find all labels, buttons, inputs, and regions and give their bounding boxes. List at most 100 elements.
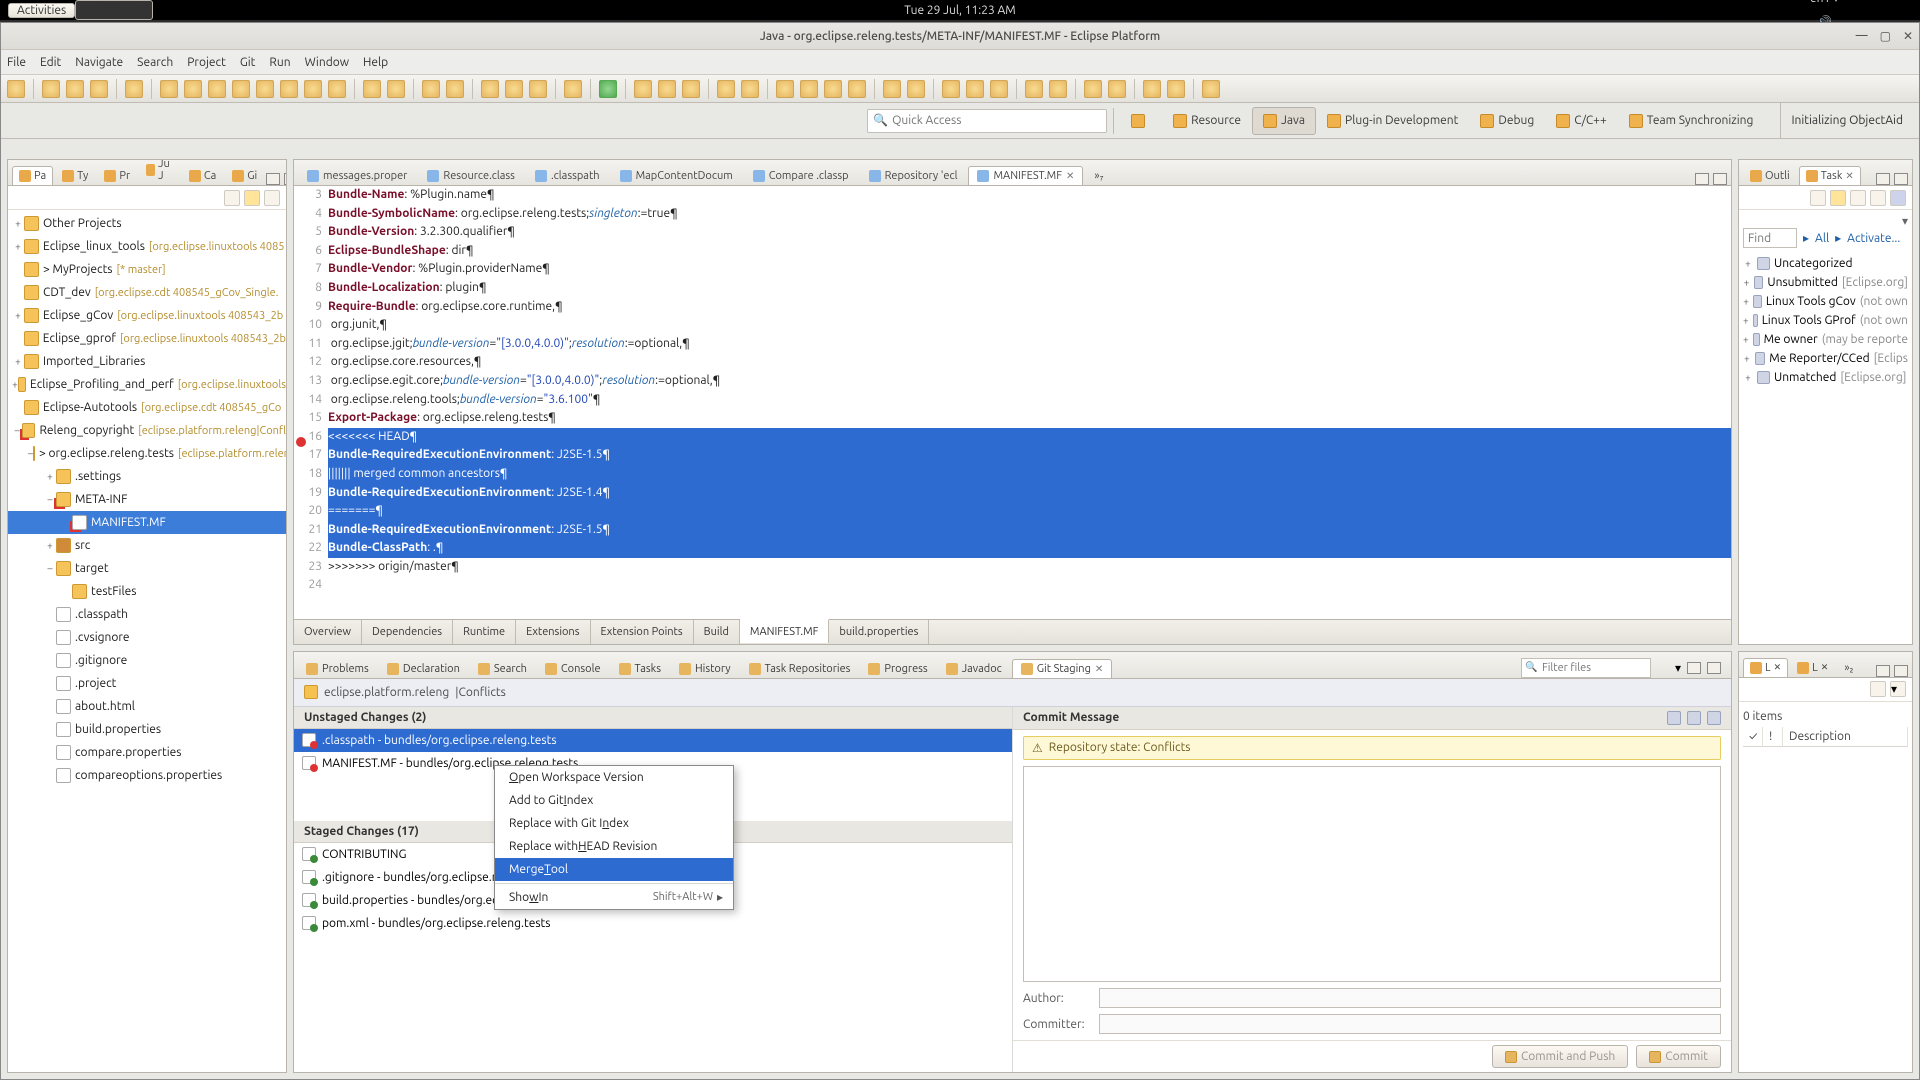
view-tab[interactable]: Pa [12, 166, 53, 185]
toolbar-icon[interactable] [446, 80, 464, 98]
view-tab[interactable]: L ✕ [1790, 658, 1835, 677]
minimize-button[interactable]: — [1856, 29, 1868, 43]
task-activate-link[interactable]: Activate... [1847, 232, 1900, 245]
minimize-icon[interactable] [1876, 665, 1890, 677]
tree-item[interactable]: build.properties [8, 718, 286, 741]
toolbar-icon[interactable] [907, 80, 925, 98]
toolbar-icon[interactable] [387, 80, 405, 98]
menu-window[interactable]: Window [305, 56, 349, 69]
context-menu-item[interactable]: Open Workspace Version [495, 766, 733, 789]
toolbar-icon[interactable] [505, 80, 523, 98]
editor-page-tab[interactable]: build.properties [829, 620, 929, 644]
toolbar-icon[interactable] [90, 80, 108, 98]
view-tab-problems[interactable]: Problems [298, 660, 377, 678]
tree-item[interactable]: +.settings [8, 465, 286, 488]
tree-item[interactable]: +Other Projects [8, 212, 286, 235]
toolbar-icon[interactable] [1108, 80, 1126, 98]
tree-item[interactable]: Eclipse_gprof[org.eclipse.linuxtools 408… [8, 327, 286, 350]
menu-git[interactable]: Git [240, 56, 256, 69]
menu-search[interactable]: Search [137, 56, 173, 69]
toolbar-icon[interactable] [717, 80, 735, 98]
view-tab-history[interactable]: History [671, 660, 739, 678]
tree-item[interactable]: –> org.eclipse.releng.tests[eclipse.plat… [8, 442, 286, 465]
staging-context-menu[interactable]: Open Workspace VersionAdd to Git IndexRe… [494, 765, 734, 910]
toolbar-icon[interactable] [599, 80, 617, 98]
toolbar-icon[interactable] [1167, 80, 1185, 98]
context-menu-item[interactable]: Show InShift+Alt+W▸ [495, 886, 733, 909]
view-tab-search[interactable]: Search [470, 660, 535, 678]
view-tab-javadoc[interactable]: Javadoc [938, 660, 1010, 678]
toolbar-icon[interactable] [942, 80, 960, 98]
toolbar-icon[interactable] [1049, 80, 1067, 98]
maximize-icon[interactable] [1894, 173, 1908, 185]
view-tab-tasks[interactable]: Tasks [611, 660, 669, 678]
toolbar-icon[interactable] [990, 80, 1008, 98]
minimize-icon[interactable] [1876, 173, 1890, 185]
view-tab-task-repositories[interactable]: Task Repositories [741, 660, 859, 678]
view-menu-icon[interactable]: ▾ [1675, 661, 1681, 675]
editor-page-tab[interactable]: Dependencies [362, 620, 453, 644]
toolbar-icon[interactable] [741, 80, 759, 98]
view-tab-progress[interactable]: Progress [860, 660, 935, 678]
editor-tab[interactable]: .classpath [526, 166, 609, 185]
toolbar-icon[interactable] [1870, 681, 1886, 697]
task-category[interactable]: +Me owner (may be reporte [1743, 330, 1908, 349]
view-tab[interactable]: L ✕ [1743, 658, 1788, 677]
editor-page-tab[interactable]: Runtime [453, 620, 516, 644]
view-tab[interactable]: Ty [55, 166, 95, 185]
toolbar-icon[interactable] [363, 80, 381, 98]
toolbar-icon[interactable] [422, 80, 440, 98]
toolbar-icon[interactable] [1870, 190, 1886, 206]
perspective-c-c-[interactable]: C/C++ [1545, 107, 1617, 135]
changeid-icon[interactable] [1707, 711, 1721, 725]
editor-tab[interactable]: MANIFEST.MF ✕ [968, 166, 1083, 185]
link-editor-icon[interactable] [244, 190, 260, 206]
toolbar-icon[interactable] [328, 80, 346, 98]
package-explorer-tree[interactable]: +Other Projects+Eclipse_linux_tools[org.… [8, 210, 286, 1072]
tree-item[interactable]: MANIFEST.MF [8, 511, 286, 534]
toolbar-icon[interactable] [280, 80, 298, 98]
editor-page-tab[interactable]: Build [694, 620, 740, 644]
toolbar-icon[interactable] [1810, 190, 1826, 206]
view-menu-icon[interactable]: ▾ [1890, 681, 1906, 697]
minimize-icon[interactable] [266, 173, 280, 185]
toolbar-icon[interactable] [125, 80, 143, 98]
maximize-button[interactable]: ▢ [1880, 29, 1891, 43]
close-icon[interactable]: ✕ [1066, 170, 1074, 182]
close-button[interactable]: ✕ [1903, 29, 1913, 43]
tree-item[interactable]: testFiles [8, 580, 286, 603]
toolbar-icon[interactable] [1084, 80, 1102, 98]
perspective-resource[interactable]: Resource [1162, 107, 1252, 135]
tree-item[interactable]: +src [8, 534, 286, 557]
perspective-debug[interactable]: Debug [1469, 107, 1545, 135]
toolbar-icon[interactable] [848, 80, 866, 98]
task-find-input[interactable] [1743, 228, 1797, 248]
task-category[interactable]: +Uncategorized [1743, 254, 1908, 273]
toolbar-icon[interactable] [564, 80, 582, 98]
view-menu-icon[interactable] [264, 190, 280, 206]
tree-item[interactable]: +Eclipse_gCov[org.eclipse.linuxtools 408… [8, 304, 286, 327]
task-category[interactable]: +Linux Tools gCov (not own [1743, 292, 1908, 311]
toolbar-icon[interactable] [529, 80, 547, 98]
context-menu-item[interactable]: Add to Git Index [495, 789, 733, 812]
editor-tab[interactable]: MapContentDocum [611, 166, 742, 185]
tree-item[interactable]: –META-INF [8, 488, 286, 511]
context-menu-item[interactable]: Replace with Git Index [495, 812, 733, 835]
tree-item[interactable]: compare.properties [8, 741, 286, 764]
toolbar-icon[interactable] [1202, 80, 1220, 98]
view-tab-declaration[interactable]: Declaration [379, 660, 468, 678]
commit-button[interactable]: Commit [1636, 1045, 1721, 1068]
editor-tab[interactable]: Repository 'ecl [860, 166, 967, 185]
toolbar-icon[interactable] [1143, 80, 1161, 98]
task-all-link[interactable]: All [1815, 232, 1829, 245]
lang-indicator[interactable]: en1 ▾ [1810, 0, 1839, 5]
toolbar-icon[interactable] [824, 80, 842, 98]
menu-project[interactable]: Project [187, 56, 226, 69]
toolbar-icon[interactable] [256, 80, 274, 98]
toolbar-icon[interactable] [481, 80, 499, 98]
maximize-icon[interactable] [1894, 665, 1908, 677]
view-tab[interactable]: Ca [182, 166, 223, 185]
task-category[interactable]: +Me Reporter/CCed [Eclips [1743, 349, 1908, 368]
app-menu[interactable]: ◑ Eclipse ▾ [75, 0, 153, 20]
staging-filter-input[interactable] [1521, 658, 1651, 678]
